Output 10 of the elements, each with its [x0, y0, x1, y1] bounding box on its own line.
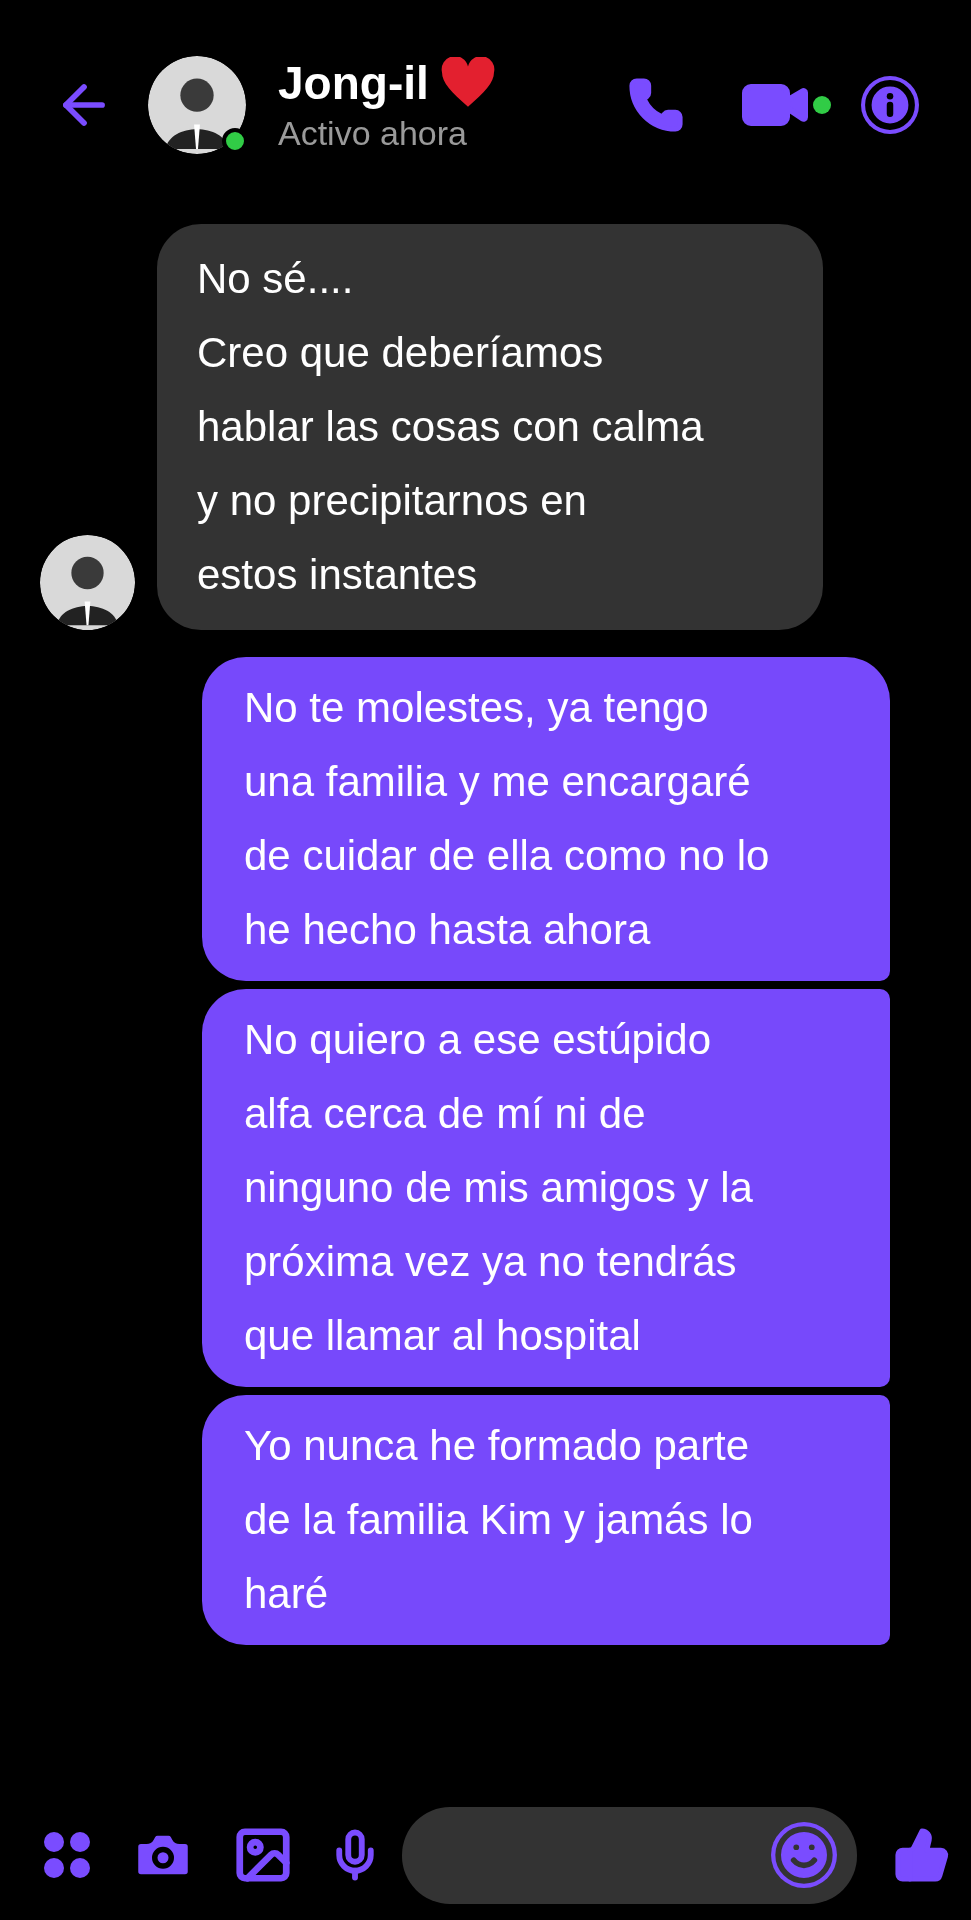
message-bubble: No te molestes, ya tengo una familia y me encargaré de cuidar de ella como no lo he hecho hasta ahora — [202, 657, 890, 981]
grid-icon — [42, 1830, 92, 1880]
message-bubble: No sé.... Creo que deberíamos hablar las cosas con calma y no precipitarnos en estos instantes — [157, 224, 823, 630]
message-bubble: Yo nunca he formado parte de la familia Kim y jamás lo haré — [202, 1395, 890, 1645]
message-bubble: No quiero a ese estúpido alfa cerca de mí ni de ninguno de mis amigos y la próxima vez ya no tendrás que llamar al hospital — [202, 989, 890, 1387]
info-button[interactable] — [861, 76, 919, 134]
status-text: Activo ahora — [278, 113, 468, 154]
like-button[interactable] — [893, 1826, 951, 1884]
contact-name: Jong-il — [278, 56, 429, 111]
menu-button[interactable] — [42, 1830, 92, 1880]
